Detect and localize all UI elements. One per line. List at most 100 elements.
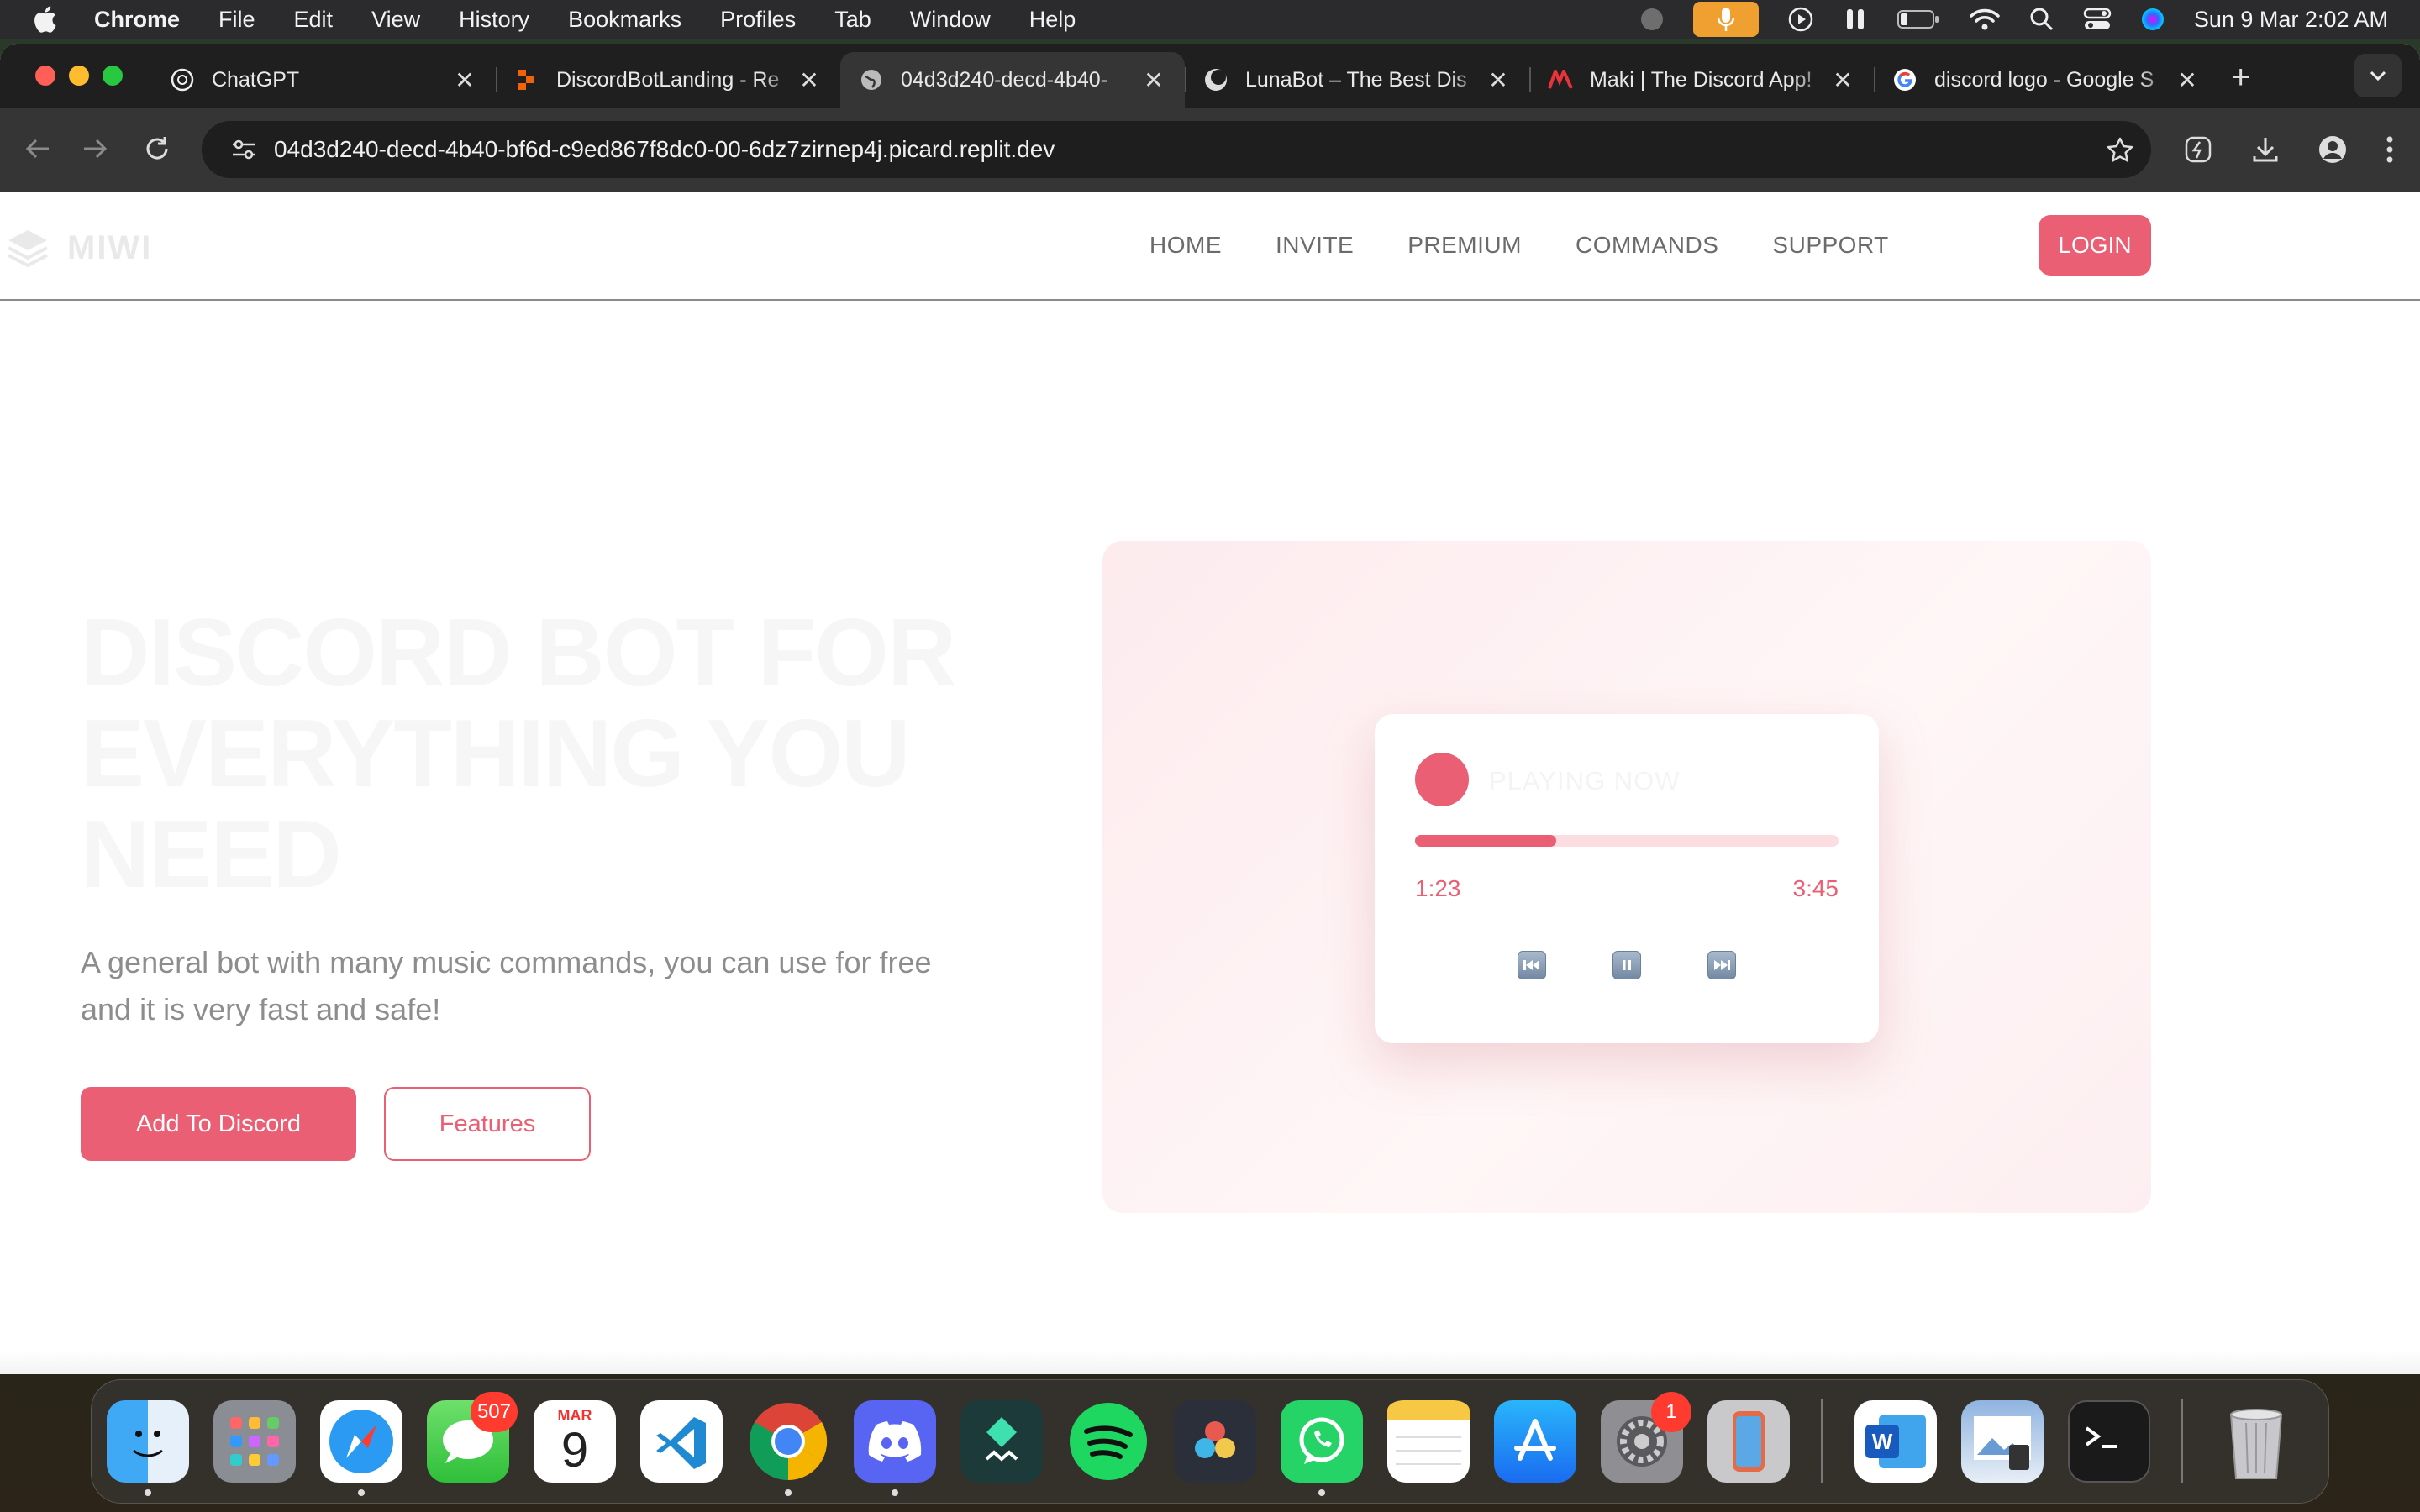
chrome-window: ChatGPT ✕ DiscordBotLanding - Re ✕ 04d3d… [0,44,2420,1374]
dock: 507 MAR 9 1 W [91,1379,2329,1504]
site-logo[interactable]: MIWI [5,227,152,269]
tab-discordbotlanding[interactable]: DiscordBotLanding - Re ✕ [496,52,840,108]
hero-title-line: NEED [81,801,342,908]
more-menu-icon[interactable] [2385,134,2395,169]
spotify-icon[interactable] [1067,1400,1150,1483]
chrome-icon[interactable] [747,1400,829,1496]
add-to-discord-button[interactable]: Add To Discord [81,1087,356,1161]
menu-profiles[interactable]: Profiles [720,7,796,33]
dock-separator [1821,1399,1823,1483]
apple-menu-icon[interactable] [32,5,66,34]
menu-bar: Chrome File Edit View History Bookmarks … [0,0,2420,39]
tab-lunabot[interactable]: LunaBot – The Best Dis ✕ [1185,52,1529,108]
recording-indicator-icon[interactable] [1639,7,1665,32]
whatsapp-icon[interactable] [1281,1400,1363,1496]
nav-commands[interactable]: COMMANDS [1576,232,1718,259]
vscode-icon[interactable] [640,1400,723,1483]
hero-title-line: EVERYTHING YOU [81,701,911,807]
menu-view[interactable]: View [371,7,420,33]
close-tab-icon[interactable]: ✕ [452,66,477,94]
calendar-icon[interactable]: MAR 9 [534,1400,616,1483]
tab-maki[interactable]: Maki | The Discord App! ✕ [1529,52,1874,108]
previous-track-icon[interactable] [1518,951,1546,979]
toolbar-actions [2183,134,2395,169]
page-bottom-fade [0,1351,2420,1374]
new-tab-plus-icon[interactable]: + [2231,59,2250,97]
hero-subtitle: A general bot with many music commands, … [81,945,932,1026]
menu-bookmarks[interactable]: Bookmarks [568,7,681,33]
calendar-day: 9 [560,1423,589,1478]
menu-clock[interactable]: Sun 9 Mar 2:02 AM [2194,7,2388,33]
finder-icon[interactable] [107,1400,189,1496]
close-tab-icon[interactable]: ✕ [1830,66,1855,94]
zoom-window-button[interactable] [103,66,123,86]
launchpad-icon[interactable] [213,1400,296,1483]
close-tab-icon[interactable]: ✕ [797,66,822,94]
tab-google[interactable]: discord logo - Google S ✕ [1874,52,2218,108]
back-arrow-icon[interactable] [24,134,52,167]
tab-search-chevron-icon[interactable] [2354,54,2402,97]
menu-edit[interactable]: Edit [294,7,334,33]
settings-icon[interactable]: 1 [1601,1392,1691,1483]
davinci-icon[interactable] [1174,1400,1256,1483]
discord-icon[interactable] [854,1400,936,1496]
minimize-window-button[interactable] [69,66,89,86]
download-icon[interactable] [2250,134,2281,169]
pause-icon[interactable] [1612,951,1641,979]
tab-active-preview[interactable]: 04d3d240-decd-4b40- ✕ [840,52,1185,108]
next-track-icon[interactable] [1707,951,1736,979]
features-button[interactable]: Features [384,1087,591,1161]
url-text[interactable]: 04d3d240-decd-4b40-bf6d-c9ed867f8dc0-00-… [274,136,1055,163]
tab-chatgpt[interactable]: ChatGPT ✕ [151,52,496,108]
nav-premium[interactable]: PREMIUM [1407,232,1522,259]
tab-strip: ChatGPT ✕ DiscordBotLanding - Re ✕ 04d3d… [0,44,2420,108]
menu-tab[interactable]: Tab [834,7,871,33]
messages-icon[interactable]: 507 [427,1392,518,1483]
extension-icon[interactable] [2183,134,2213,169]
layers-logo-icon [8,230,48,268]
word-icon[interactable]: W [1854,1400,1937,1483]
address-bar[interactable]: 04d3d240-decd-4b40-bf6d-c9ed867f8dc0-00-… [202,121,2151,178]
menu-help[interactable]: Help [1029,7,1076,33]
terminal-icon[interactable] [2068,1400,2150,1483]
nav-support[interactable]: SUPPORT [1772,232,1888,259]
wifi-icon[interactable] [1969,7,2001,32]
menu-history[interactable]: History [459,7,529,33]
trash-icon[interactable] [2215,1400,2297,1483]
site-settings-icon[interactable] [218,138,269,161]
play-circle-icon[interactable] [1787,6,1814,33]
nav-invite[interactable]: INVITE [1276,232,1354,259]
forward-arrow-icon[interactable] [81,134,109,167]
microphone-icon[interactable] [1692,2,1759,37]
menu-app-name[interactable]: Chrome [94,7,180,33]
profile-avatar-icon[interactable] [2317,134,2348,169]
safari-icon[interactable] [320,1400,402,1496]
search-icon[interactable] [2029,7,2054,32]
appstore-icon[interactable] [1494,1400,1576,1483]
bookmark-star-icon[interactable] [2106,136,2134,169]
battery-icon[interactable] [1897,8,1940,30]
close-tab-icon[interactable]: ✕ [1141,66,1166,94]
airpods-icon[interactable] [1843,6,1868,33]
menu-file[interactable]: File [218,7,255,33]
login-button[interactable]: LOGIN [2039,215,2151,276]
close-tab-icon[interactable]: ✕ [2175,66,2200,94]
control-center-icon[interactable] [2083,7,2112,32]
running-indicator [1318,1489,1325,1496]
progress-track[interactable] [1415,835,1839,847]
hero-title-line: DISCORD BOT FOR [81,600,956,706]
siri-icon[interactable] [2140,7,2165,32]
reload-icon[interactable] [143,134,171,167]
running-indicator [892,1489,898,1496]
playing-now-label: PLAYING NOW [1489,766,1681,795]
preview-icon[interactable] [1961,1400,2044,1483]
iphone-mirroring-icon[interactable] [1707,1400,1790,1483]
tab-title: LunaBot – The Best Dis [1245,67,1467,92]
menu-window[interactable]: Window [910,7,991,33]
close-tab-icon[interactable]: ✕ [1486,66,1511,94]
site-nav-links: HOME INVITE PREMIUM COMMANDS SUPPORT [1150,232,1889,259]
filmora-icon[interactable] [960,1400,1043,1483]
notes-icon[interactable] [1387,1400,1470,1483]
close-window-button[interactable] [35,66,55,86]
nav-home[interactable]: HOME [1150,232,1222,259]
